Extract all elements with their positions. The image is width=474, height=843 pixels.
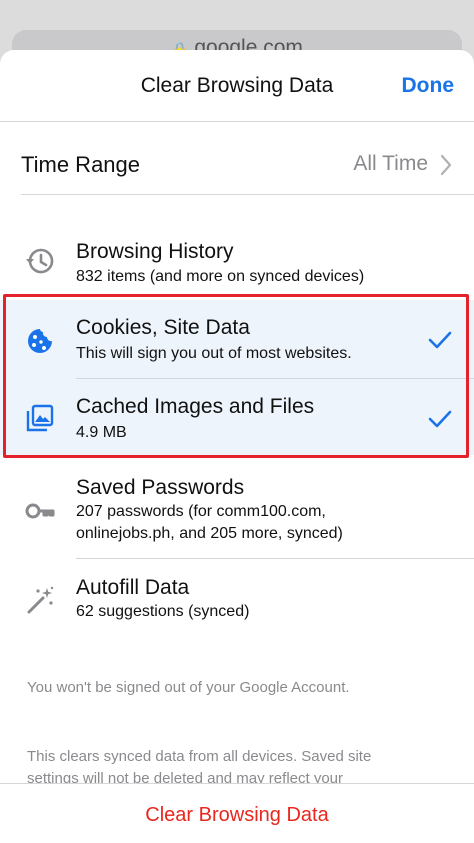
browsing-history-row[interactable]: Browsing History 832 items (and more on … <box>0 226 474 294</box>
autofill-data-title: Autofill Data <box>76 576 190 599</box>
image-icon <box>26 404 54 432</box>
chevron-right-icon <box>440 154 452 176</box>
clear-browsing-data-button[interactable]: Clear Browsing Data <box>0 804 474 827</box>
time-range-value: All Time <box>353 152 428 175</box>
cookie-icon <box>28 329 52 353</box>
browsing-history-title: Browsing History <box>76 240 234 263</box>
cookies-site-data-title: Cookies, Site Data <box>76 316 250 339</box>
divider <box>76 558 474 559</box>
clear-browsing-data-sheet: Clear Browsing Data Done Time Range All … <box>0 50 474 843</box>
autofill-data-subtitle: 62 suggestions (synced) <box>76 603 250 620</box>
divider <box>21 194 474 195</box>
bottom-bar: Clear Browsing Data <box>0 783 474 843</box>
time-range-label: Time Range <box>21 152 141 177</box>
history-icon <box>26 248 54 274</box>
cached-images-files-subtitle: 4.9 MB <box>76 424 127 441</box>
time-range-row[interactable]: Time Range All Time <box>0 122 474 194</box>
saved-passwords-title: Saved Passwords <box>76 476 245 499</box>
cached-images-files-row[interactable]: Cached Images and Files 4.9 MB <box>0 379 474 455</box>
saved-passwords-subtitle-line2: onlinejobs.ph, and 205 more, synced) <box>76 525 343 542</box>
checkmark-icon <box>428 410 452 428</box>
saved-passwords-subtitle-line1: 207 passwords (for comm100.com, <box>76 503 326 520</box>
autofill-data-row[interactable]: Autofill Data 62 suggestions (synced) <box>0 562 474 630</box>
account-note: You won't be signed out of your Google A… <box>27 679 350 696</box>
saved-passwords-row[interactable]: Saved Passwords 207 passwords (for comm1… <box>0 460 474 558</box>
checkmark-icon <box>428 331 452 349</box>
cookies-site-data-row[interactable]: Cookies, Site Data This will sign you ou… <box>0 300 474 379</box>
cached-images-files-title: Cached Images and Files <box>76 395 315 418</box>
synced-note-line1: This clears synced data from all devices… <box>27 748 372 765</box>
screen: 🔒 google.com Clear Browsing Data Done Ti… <box>0 0 474 843</box>
cookies-site-data-subtitle: This will sign you out of most websites. <box>76 345 352 362</box>
key-icon <box>25 503 55 519</box>
sheet-header: Clear Browsing Data Done <box>0 50 474 122</box>
magic-wand-icon <box>27 586 54 614</box>
browsing-history-subtitle: 832 items (and more on synced devices) <box>76 268 365 285</box>
done-button[interactable]: Done <box>402 74 455 98</box>
